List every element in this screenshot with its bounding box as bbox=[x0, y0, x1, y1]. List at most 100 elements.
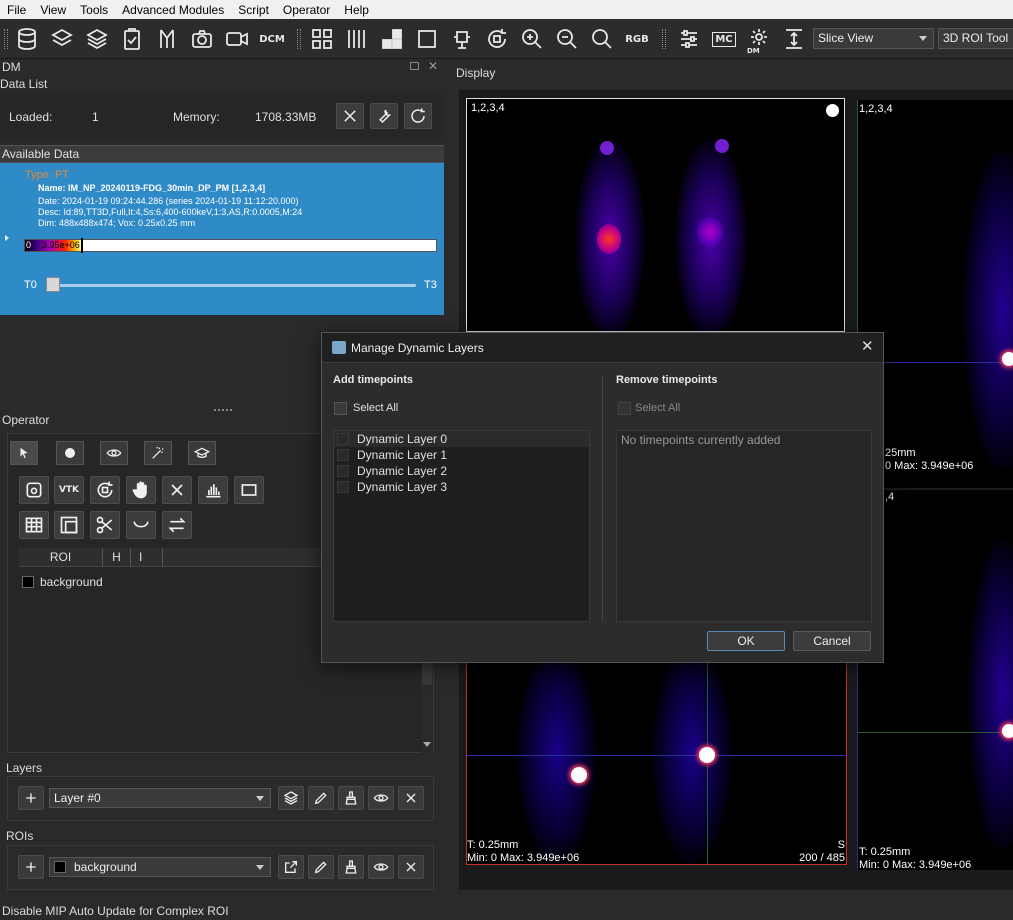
toggle-layer-visibility-button[interactable] bbox=[368, 786, 394, 810]
remove-select-all-checkbox[interactable] bbox=[618, 402, 631, 415]
rect-button[interactable] bbox=[234, 476, 264, 504]
roi-column-i[interactable]: I bbox=[131, 548, 163, 567]
layer-select[interactable]: Layer #0 bbox=[49, 788, 271, 808]
fit-height-icon[interactable] bbox=[780, 25, 808, 53]
tab-magic[interactable] bbox=[144, 441, 172, 465]
mc-icon[interactable]: MC bbox=[710, 25, 738, 53]
video-camera-icon[interactable] bbox=[223, 25, 251, 53]
sliders-icon[interactable] bbox=[675, 25, 703, 53]
database-icon[interactable] bbox=[13, 25, 41, 53]
new-roi-button[interactable] bbox=[19, 476, 49, 504]
edit-roi-button[interactable] bbox=[308, 855, 334, 879]
curve-button[interactable] bbox=[126, 511, 156, 539]
mosaic-layout-icon[interactable] bbox=[378, 25, 406, 53]
rotate-icon[interactable] bbox=[483, 25, 511, 53]
layers-icon[interactable] bbox=[48, 25, 76, 53]
zoom-in-icon[interactable] bbox=[518, 25, 546, 53]
histogram-button[interactable] bbox=[198, 476, 228, 504]
layers-stack-icon[interactable] bbox=[83, 25, 111, 53]
toolbar-grip[interactable] bbox=[4, 29, 8, 49]
layer-checkbox[interactable] bbox=[337, 449, 349, 461]
remove-roi-button[interactable] bbox=[398, 855, 424, 879]
viewport-indicator[interactable] bbox=[826, 104, 839, 117]
close-panel-icon[interactable]: ✕ bbox=[428, 59, 438, 73]
data-item-selected[interactable]: Type: PT Name: IM_NP_20240119-FDG_30min_… bbox=[0, 163, 444, 315]
layers-button[interactable] bbox=[54, 511, 84, 539]
clipboard-check-icon[interactable] bbox=[118, 25, 146, 53]
menu-help[interactable]: Help bbox=[337, 3, 376, 17]
dialog-titlebar[interactable]: Manage Dynamic Layers ✕ bbox=[322, 333, 883, 363]
ok-button[interactable]: OK bbox=[707, 631, 785, 651]
search-icon[interactable] bbox=[588, 25, 616, 53]
toggle-roi-visibility-button[interactable] bbox=[368, 855, 394, 879]
remove-timepoints-list[interactable]: No timepoints currently added bbox=[616, 430, 872, 622]
list-item[interactable]: Dynamic Layer 1 bbox=[334, 447, 589, 463]
view-mode-select[interactable]: Slice View bbox=[813, 28, 934, 49]
layer-checkbox[interactable] bbox=[337, 433, 349, 445]
menu-tools[interactable]: Tools bbox=[73, 3, 115, 17]
clear-layer-button[interactable] bbox=[338, 786, 364, 810]
colorbar-handle[interactable] bbox=[81, 238, 83, 253]
time-slider-track[interactable] bbox=[46, 284, 416, 287]
menu-view[interactable]: View bbox=[33, 3, 73, 17]
roi-column-name[interactable]: ROI bbox=[19, 548, 103, 567]
rotate-roi-button[interactable] bbox=[90, 476, 120, 504]
add-layer-button[interactable] bbox=[18, 786, 44, 810]
roi-column-h[interactable]: H bbox=[103, 548, 131, 567]
viewport-sagittal[interactable]: T: 0.25mm Min: 0 Max: 3.949e+06 S 200 / … bbox=[466, 663, 847, 865]
remove-layer-button[interactable] bbox=[398, 786, 424, 810]
colorbar-range[interactable]: 0 3.95e+06 bbox=[24, 238, 437, 253]
roi-tool-select[interactable]: 3D ROI Tool bbox=[938, 28, 1013, 49]
menu-script[interactable]: Script bbox=[231, 3, 276, 17]
remove-data-button[interactable] bbox=[336, 103, 364, 129]
add-select-all-checkbox[interactable] bbox=[334, 402, 347, 415]
columns-layout-icon[interactable] bbox=[343, 25, 371, 53]
camera-icon[interactable] bbox=[188, 25, 216, 53]
delete-button[interactable] bbox=[162, 476, 192, 504]
float-panel-icon[interactable] bbox=[410, 62, 419, 70]
table-button[interactable] bbox=[19, 511, 49, 539]
roi-select[interactable]: background bbox=[49, 857, 271, 877]
layer-checkbox[interactable] bbox=[337, 481, 349, 493]
time-slider-handle[interactable] bbox=[46, 277, 60, 292]
splitter-handle[interactable] bbox=[214, 409, 232, 411]
zoom-out-icon[interactable] bbox=[553, 25, 581, 53]
cut-button[interactable] bbox=[90, 511, 120, 539]
layer-checkbox[interactable] bbox=[337, 465, 349, 477]
refresh-button[interactable] bbox=[404, 103, 432, 129]
tab-select[interactable] bbox=[10, 441, 38, 465]
edit-layer-button[interactable] bbox=[308, 786, 334, 810]
vtk-button[interactable]: VTK bbox=[54, 476, 84, 504]
menu-operator[interactable]: Operator bbox=[276, 3, 337, 17]
menu-advanced-modules[interactable]: Advanced Modules bbox=[115, 3, 231, 17]
remove-select-all-label[interactable]: Select All bbox=[635, 402, 680, 414]
tab-view[interactable] bbox=[100, 441, 128, 465]
data-settings-button[interactable] bbox=[370, 103, 398, 129]
swap-button[interactable] bbox=[162, 511, 192, 539]
settings-gear-icon[interactable]: DM bbox=[745, 25, 773, 55]
export-roi-button[interactable] bbox=[278, 855, 304, 879]
crop-tool-icon[interactable] bbox=[448, 25, 476, 53]
list-item[interactable]: Dynamic Layer 2 bbox=[334, 463, 589, 479]
add-timepoints-list[interactable]: Dynamic Layer 0 Dynamic Layer 1 Dynamic … bbox=[333, 430, 590, 622]
roi-scrollbar[interactable] bbox=[421, 660, 433, 753]
table-row[interactable]: background bbox=[19, 574, 319, 592]
scrollbar-thumb[interactable] bbox=[422, 660, 432, 685]
expand-arrow-icon[interactable] bbox=[5, 235, 9, 241]
clear-roi-button[interactable] bbox=[338, 855, 364, 879]
viewport-mip[interactable]: 1,2,3,4 bbox=[466, 98, 845, 332]
list-item[interactable]: Dynamic Layer 3 bbox=[334, 479, 589, 495]
layer-stack-button[interactable] bbox=[278, 786, 304, 810]
add-select-all-label[interactable]: Select All bbox=[353, 402, 398, 414]
tab-draw[interactable] bbox=[56, 441, 84, 465]
toolbar-grip[interactable] bbox=[297, 29, 301, 49]
rgb-icon[interactable]: RGB bbox=[623, 25, 651, 53]
tuxedo-icon[interactable] bbox=[153, 25, 181, 53]
menu-file[interactable]: File bbox=[0, 3, 33, 17]
list-item[interactable]: Dynamic Layer 0 bbox=[334, 431, 589, 447]
scroll-down-icon[interactable] bbox=[423, 742, 431, 747]
add-roi-button[interactable] bbox=[18, 855, 44, 879]
dialog-close-icon[interactable]: ✕ bbox=[861, 337, 874, 355]
pan-button[interactable] bbox=[126, 476, 156, 504]
cancel-button[interactable]: Cancel bbox=[793, 631, 871, 651]
